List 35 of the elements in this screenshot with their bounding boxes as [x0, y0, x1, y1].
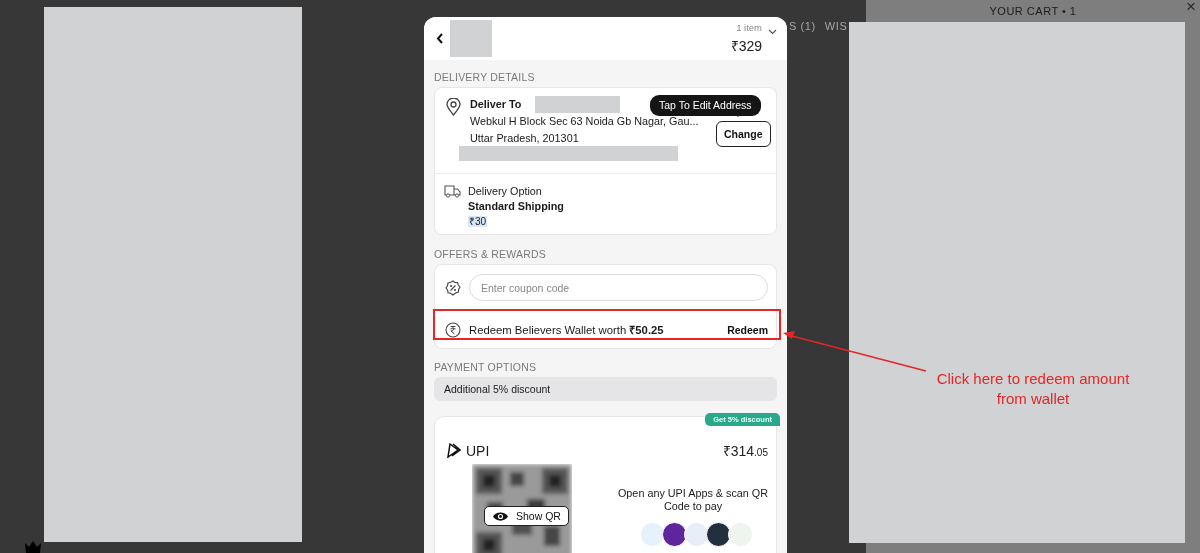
delivery-option-label: Delivery Option	[468, 184, 542, 199]
item-count: 1 item	[736, 22, 762, 33]
discount-badge-icon	[445, 279, 461, 296]
section-title: DELIVERY DETAILS	[434, 71, 536, 83]
shipping-price: ₹30	[468, 216, 488, 227]
address-line: Uttar Pradesh, 201301	[470, 131, 579, 146]
truck-icon	[444, 185, 461, 198]
redacted-block	[450, 20, 492, 57]
back-icon[interactable]	[436, 33, 443, 44]
upi-icon	[446, 443, 461, 458]
rupee-coin-icon	[445, 321, 461, 338]
redeem-button[interactable]: Redeem	[727, 323, 768, 336]
cart-title: YOUR CART • 1	[989, 5, 1077, 17]
upi-amount: ₹314.05	[722, 442, 768, 460]
address-line: Webkul H Block Sec 63 Noida Gb Nagar, Gau...	[470, 114, 700, 129]
close-button[interactable]: ×	[1186, 0, 1196, 17]
order-total: ₹329	[730, 37, 762, 55]
wallet-offer-text: Redeem Believers Wallet worth ₹50.25	[469, 323, 664, 337]
coupon-code-field[interactable]: Enter coupon code	[469, 274, 768, 301]
deliver-to-label: Deliver To	[470, 97, 522, 112]
change-button[interactable]: Change	[716, 121, 771, 147]
chevron-down-icon[interactable]	[768, 28, 777, 35]
nav-link[interactable]: S (1)	[789, 20, 816, 32]
show-qr-button[interactable]: Show QR	[484, 506, 569, 526]
payment-method-name: UPI	[466, 442, 490, 459]
tooltip: Tap To Edit Address	[650, 95, 761, 116]
eye-icon	[492, 510, 509, 522]
scan-instruction: Open any UPI Apps & scan QR Code to pay	[616, 487, 769, 513]
section-title: PAYMENT OPTIONS	[434, 361, 538, 373]
location-pin-icon	[446, 98, 461, 116]
section-title: OFFERS & REWARDS	[434, 248, 547, 260]
annotation-text: Click here to redeem amount from wallet	[935, 369, 1131, 409]
shipping-method: Standard Shipping	[468, 199, 564, 214]
nav-link[interactable]: WIS	[824, 20, 848, 32]
discount-banner: Additional 5% discount	[434, 377, 777, 401]
